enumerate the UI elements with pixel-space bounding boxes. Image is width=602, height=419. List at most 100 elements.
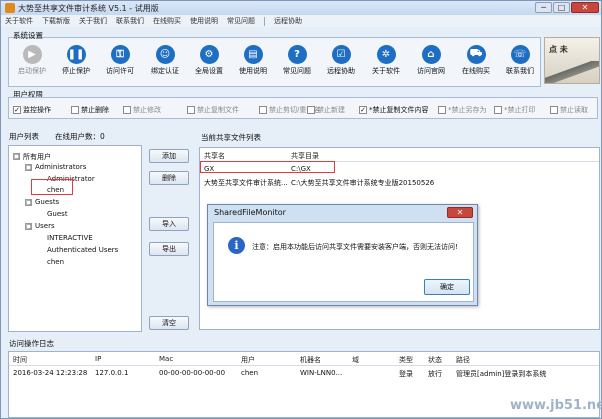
log-column-header[interactable]: 机器名 [300, 355, 321, 365]
log-column-header[interactable]: 时间 [13, 355, 27, 365]
permission-checkbox[interactable]: ✓ 监控操作 [13, 105, 51, 115]
log-column-header[interactable]: IP [95, 355, 101, 363]
key-icon: ⚿ [110, 45, 130, 64]
pause-button[interactable]: ❚❚ 停止保护 [55, 45, 97, 76]
gear-button[interactable]: ⚙ 全局设置 [188, 45, 230, 76]
add-button[interactable]: 添加 [149, 149, 189, 163]
tree-expander-icon[interactable]: □ [25, 199, 32, 206]
dialog-ok-button[interactable]: 确定 [424, 279, 470, 295]
delete-button[interactable]: 删除 [149, 171, 189, 185]
toolbar-button-label: 全局设置 [195, 67, 223, 75]
tree-node[interactable]: Guest [47, 210, 68, 218]
checkbox-icon[interactable] [550, 106, 558, 114]
share-row-path[interactable]: C:\大势至共享文件审计系统专业版20150526 [291, 178, 434, 188]
log-column-header[interactable]: 域 [352, 355, 359, 365]
tree-expander-icon[interactable]: □ [25, 164, 32, 171]
tree-node[interactable]: Users [35, 222, 55, 230]
watermark: www.jb51.net [510, 398, 602, 413]
home-button[interactable]: ⌂ 访问官网 [410, 45, 452, 76]
permission-label: *禁止复制文件内容 [369, 106, 429, 114]
share-row-name[interactable]: 大势至共享文件审计系统... [204, 178, 288, 188]
clear-button[interactable]: 清空 [149, 316, 189, 330]
tree-expander-icon[interactable]: □ [25, 223, 32, 230]
permission-checkbox[interactable]: *禁止另存为 [438, 105, 487, 115]
tree-node[interactable]: chen [47, 258, 64, 266]
menu-separator [264, 16, 265, 26]
pause-icon: ❚❚ [66, 45, 86, 64]
permission-checkbox[interactable]: *禁止打印 [494, 105, 536, 115]
tree-node[interactable]: Administrators [35, 163, 86, 171]
remote-button[interactable]: ☑ 远程协助 [320, 45, 362, 76]
menu-remote[interactable]: 远程协助 [274, 16, 302, 26]
menu-about-us[interactable]: 关于我们 [79, 16, 107, 26]
toolbar-button-label: 在线购买 [462, 67, 490, 75]
close-button[interactable]: ✕ [571, 2, 599, 13]
maximize-button[interactable]: □ [553, 2, 570, 13]
log-column-header[interactable]: 路径 [456, 355, 470, 365]
checkbox-icon[interactable] [71, 106, 79, 114]
settings-button[interactable]: ✲ 关于软件 [365, 45, 407, 76]
menu-contact[interactable]: 联系我们 [116, 16, 144, 26]
toolbar-button-label: 关于软件 [372, 67, 400, 75]
menu-about-software[interactable]: 关于软件 [5, 16, 33, 26]
tree-node[interactable]: Guests [35, 198, 59, 206]
cart-button[interactable]: ⛟ 在线购买 [455, 45, 497, 76]
share-name-header: 共享名 [204, 152, 225, 160]
contact-button[interactable]: ☏ 联系我们 [499, 45, 541, 76]
tree-expander-icon[interactable]: □ [13, 153, 20, 160]
menu-download[interactable]: 下载新版 [42, 16, 70, 26]
permission-label: 禁止新建 [317, 106, 345, 114]
tree-node[interactable]: 所有用户 [23, 152, 51, 162]
checkbox-icon[interactable] [307, 106, 315, 114]
checkbox-icon[interactable] [259, 106, 267, 114]
checkbox-icon[interactable]: ✓ [359, 106, 367, 114]
export-button[interactable]: 导出 [149, 242, 189, 256]
permission-checkbox[interactable]: ✓ *禁止复制文件内容 [359, 105, 429, 115]
dialog-body: i 注意：启用本功能后访问共享文件需要安装客户端，否则无法访问! 确定 [213, 222, 474, 302]
permission-checkbox[interactable]: 禁止修改 [123, 105, 161, 115]
menu-buy[interactable]: 在线购买 [153, 16, 181, 26]
log-column-header[interactable]: 类型 [399, 355, 413, 365]
minimize-button[interactable]: ─ [535, 2, 552, 13]
book-button[interactable]: ▤ 使用说明 [232, 45, 274, 76]
permission-checkbox[interactable]: 禁止复制文件 [187, 105, 239, 115]
play-icon: ▶ [22, 45, 42, 64]
checkbox-icon[interactable] [187, 106, 195, 114]
permission-checkbox[interactable]: 禁止读取 [550, 105, 588, 115]
log-cell: 登录 [399, 370, 413, 378]
question-icon: ? [287, 45, 307, 64]
permission-checkbox[interactable]: 禁止删除 [71, 105, 109, 115]
toolbar-button-label: 停止保护 [62, 67, 90, 75]
play-button[interactable]: ▶ 启动保护 [11, 45, 53, 76]
log-column-header[interactable]: Mac [159, 355, 173, 363]
checkbox-icon[interactable] [494, 106, 502, 114]
cart-icon: ⛟ [466, 45, 486, 64]
permission-checkbox[interactable]: 禁止新建 [307, 105, 345, 115]
checkbox-icon[interactable] [438, 106, 446, 114]
import-button[interactable]: 导入 [149, 217, 189, 231]
log-cell: 放行 [428, 370, 442, 378]
settings-label: 系统设置 [13, 31, 43, 40]
log-cell: chen [241, 369, 259, 377]
tree-node[interactable]: INTERACTIVE [47, 234, 93, 242]
dialog-message: 注意：启用本功能后访问共享文件需要安装客户端，否则无法访问! [252, 243, 458, 251]
tree-node[interactable]: Authenticated Users [47, 246, 118, 254]
highlight-box [200, 161, 335, 173]
log-column-header[interactable]: 用户 [241, 355, 255, 365]
dialog-close-button[interactable]: ✕ [447, 207, 473, 218]
toolbar-button-label: 使用说明 [239, 67, 267, 75]
permission-label: 监控操作 [23, 106, 51, 114]
key-button[interactable]: ⚿ 访问许可 [99, 45, 141, 76]
log-column-header[interactable]: 状态 [428, 355, 442, 365]
log-divider [9, 365, 599, 366]
menu-manual[interactable]: 使用说明 [190, 16, 218, 26]
toolbar-button-label: 常见问题 [283, 67, 311, 75]
menu-bar: 关于软件 下载新版 关于我们 联系我们 在线购买 使用说明 常见问题 远程协助 [1, 15, 601, 27]
logo-text: 点 未 [549, 44, 568, 54]
checkbox-icon[interactable] [123, 106, 131, 114]
question-button[interactable]: ? 常见问题 [276, 45, 318, 76]
checkbox-icon[interactable]: ✓ [13, 106, 21, 114]
user-bind-button[interactable]: ☺ 绑定认证 [144, 45, 186, 76]
menu-faq[interactable]: 常见问题 [227, 16, 255, 26]
settings-icon: ✲ [376, 45, 396, 64]
